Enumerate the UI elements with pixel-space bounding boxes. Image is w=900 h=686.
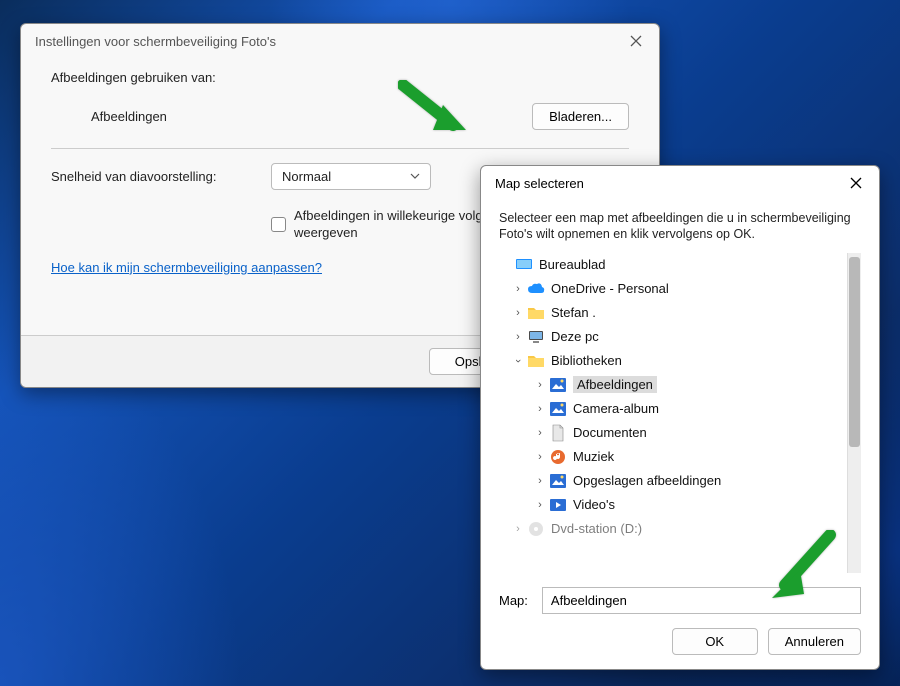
divider (51, 148, 629, 149)
picture-icon (549, 472, 567, 490)
close-icon[interactable] (847, 174, 865, 192)
folder-tree: Bureaublad › OneDrive - Personal › Stefa… (499, 253, 861, 574)
folder-icon (527, 352, 545, 370)
expand-icon[interactable]: › (511, 331, 525, 343)
chevron-down-icon (410, 169, 420, 184)
picker-titlebar: Map selecteren (481, 166, 879, 200)
expand-icon[interactable]: › (533, 499, 547, 511)
speed-value: Normaal (282, 169, 331, 184)
tree-node-lib-images[interactable]: › Afbeeldingen (499, 373, 847, 397)
expand-icon[interactable]: › (511, 523, 525, 535)
tree-node-desktop[interactable]: Bureaublad (499, 253, 847, 277)
tree-node-lib-saved[interactable]: › Opgeslagen afbeeldingen (499, 469, 847, 493)
tree-node-thispc[interactable]: › Deze pc (499, 325, 847, 349)
expand-icon[interactable]: › (533, 379, 547, 391)
use-images-label: Afbeeldingen gebruiken van: (51, 70, 216, 85)
tree-node-onedrive[interactable]: › OneDrive - Personal (499, 277, 847, 301)
document-icon (549, 424, 567, 442)
expand-icon[interactable]: › (533, 475, 547, 487)
tree-node-libraries[interactable]: › Bibliotheken (499, 349, 847, 373)
picture-icon (549, 376, 567, 394)
expand-icon[interactable]: › (533, 403, 547, 415)
desktop-icon (515, 256, 533, 274)
folder-picker-dialog: Map selecteren Selecteer een map met afb… (480, 165, 880, 670)
settings-titlebar: Instellingen voor schermbeveiliging Foto… (21, 24, 659, 58)
tree-node-lib-videos[interactable]: › Video's (499, 493, 847, 517)
collapse-icon[interactable]: › (512, 354, 524, 368)
picture-icon (549, 400, 567, 418)
map-input[interactable] (542, 587, 861, 614)
tree-node-lib-music[interactable]: › Muziek (499, 445, 847, 469)
expand-icon[interactable]: › (533, 451, 547, 463)
scrollbar[interactable] (847, 253, 861, 574)
folder-icon (527, 304, 545, 322)
map-label: Map: (499, 593, 528, 608)
video-icon (549, 496, 567, 514)
disc-icon (527, 520, 545, 538)
ok-button[interactable]: OK (672, 628, 758, 655)
speed-select[interactable]: Normaal (271, 163, 431, 190)
speed-label: Snelheid van diavoorstelling: (51, 169, 271, 184)
expand-icon[interactable]: › (533, 427, 547, 439)
tree-node-dvd[interactable]: › Dvd-station (D:) (499, 517, 847, 541)
music-icon (549, 448, 567, 466)
random-order-checkbox[interactable] (271, 217, 286, 232)
close-icon[interactable] (627, 32, 645, 50)
cancel-button[interactable]: Annuleren (768, 628, 861, 655)
expand-icon[interactable]: › (511, 307, 525, 319)
scrollbar-thumb[interactable] (849, 257, 860, 447)
tree-node-lib-camera[interactable]: › Camera-album (499, 397, 847, 421)
settings-title: Instellingen voor schermbeveiliging Foto… (35, 34, 276, 49)
picker-title: Map selecteren (495, 176, 584, 191)
picker-instruction: Selecteer een map met afbeeldingen die u… (499, 210, 861, 243)
current-folder-name: Afbeeldingen (91, 109, 167, 124)
browse-button[interactable]: Bladeren... (532, 103, 629, 130)
tree-node-user[interactable]: › Stefan . (499, 301, 847, 325)
help-link[interactable]: Hoe kan ik mijn schermbeveiliging aanpas… (51, 260, 322, 275)
pc-icon (527, 328, 545, 346)
expand-icon[interactable]: › (511, 283, 525, 295)
cloud-icon (527, 280, 545, 298)
tree-node-lib-docs[interactable]: › Documenten (499, 421, 847, 445)
